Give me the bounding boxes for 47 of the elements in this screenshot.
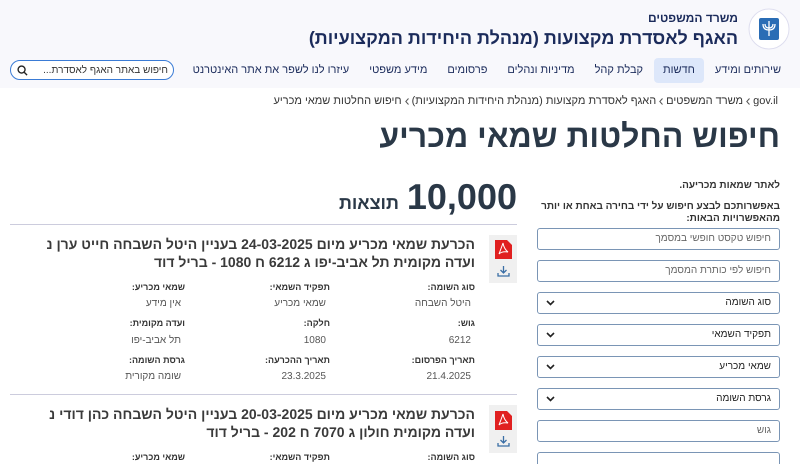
field-label: סוג השומה: bbox=[426, 280, 475, 294]
ministry-name: משרד המשפטים bbox=[647, 10, 738, 27]
field-value: שומה מקורית bbox=[124, 370, 182, 384]
dropdown[interactable]: שמאי מכריע bbox=[537, 356, 780, 378]
field-label: תפקיד השמאי: bbox=[268, 451, 330, 464]
dropdown[interactable]: תפקיד השמאי bbox=[537, 324, 780, 346]
field-value: 23.3.2025 bbox=[280, 370, 327, 384]
nav-tab[interactable]: מידע משפטי bbox=[360, 58, 436, 82]
field-label: תפקיד השמאי: bbox=[268, 280, 330, 294]
breadcrumb-link[interactable]: האגף לאסדרת מקצועות (מנהלת היחידות המקצועיות) bbox=[412, 93, 656, 110]
page-title: חיפוש החלטות שמאי מכריע bbox=[378, 116, 781, 156]
nav-tab[interactable]: פרסומים bbox=[438, 58, 496, 82]
field-value: תל אביב-יפו bbox=[130, 334, 182, 348]
field-value: 21.4.2025 bbox=[426, 370, 472, 384]
result-count: 10,000 bbox=[406, 174, 517, 218]
result-count-label: תוצאות bbox=[338, 192, 399, 214]
field-label: תאריך ההכרעה: bbox=[264, 354, 330, 367]
site-search-field[interactable]: חיפוש באתר האגף לאסדרת... bbox=[10, 60, 174, 80]
field-label: גוש: bbox=[456, 317, 475, 330]
field-value: היטל השבחה bbox=[414, 296, 472, 311]
breadcrumb-link[interactable]: gov.il bbox=[753, 93, 778, 110]
nav-tab[interactable]: קבלת קהל bbox=[586, 58, 652, 82]
breadcrumb-link[interactable]: משרד המשפטים bbox=[666, 93, 744, 110]
field-value: אין מידע bbox=[144, 297, 182, 311]
field-value: 1080 bbox=[302, 334, 327, 348]
field-label: סוג השומה: bbox=[426, 451, 475, 464]
nav-tab[interactable]: חדשות bbox=[654, 58, 704, 82]
intro-text: לאתר שמאות מכריעה. bbox=[678, 178, 780, 192]
nav-tab[interactable]: עיזרו לנו לשפר את אתר האינטרנט bbox=[184, 58, 358, 82]
field-value: שמאי מכריע bbox=[273, 297, 327, 311]
hint-text: באפשרותכם לבצע חיפוש על ידי בחירה באחת או יותר מהאפשרויות הבאות: bbox=[540, 200, 780, 224]
nav-tab[interactable]: מדיניות ונהלים bbox=[498, 58, 584, 82]
dropdown[interactable]: גרסת השומה bbox=[537, 388, 780, 410]
field-label: תאריך הפרסום: bbox=[410, 354, 475, 367]
input-field[interactable]: גוש bbox=[537, 420, 780, 442]
field-label: גרסת השומה: bbox=[128, 354, 185, 366]
nav-tab[interactable]: שירותים ומידע bbox=[706, 58, 790, 82]
field-label: שמאי מכריע: bbox=[130, 280, 185, 294]
field-label: חלקה: bbox=[302, 317, 330, 330]
breadcrumb-link[interactable]: חיפוש החלטות שמאי מכריע bbox=[273, 93, 402, 110]
field-label: שמאי מכריע: bbox=[130, 451, 185, 464]
dropdown[interactable]: סוג השומה bbox=[537, 292, 780, 314]
input-field[interactable]: חיפוש טקסט חופשי במסמך bbox=[537, 228, 780, 250]
input-field[interactable]: חיפוש לפי כותרת המסמך bbox=[537, 260, 780, 282]
field-label: ועדה מקומית: bbox=[128, 317, 185, 330]
site-title: האגף לאסדרת מקצועות (מנהלת היחידות המקצועיות) bbox=[308, 26, 738, 50]
field-value: 6212 bbox=[448, 334, 472, 348]
